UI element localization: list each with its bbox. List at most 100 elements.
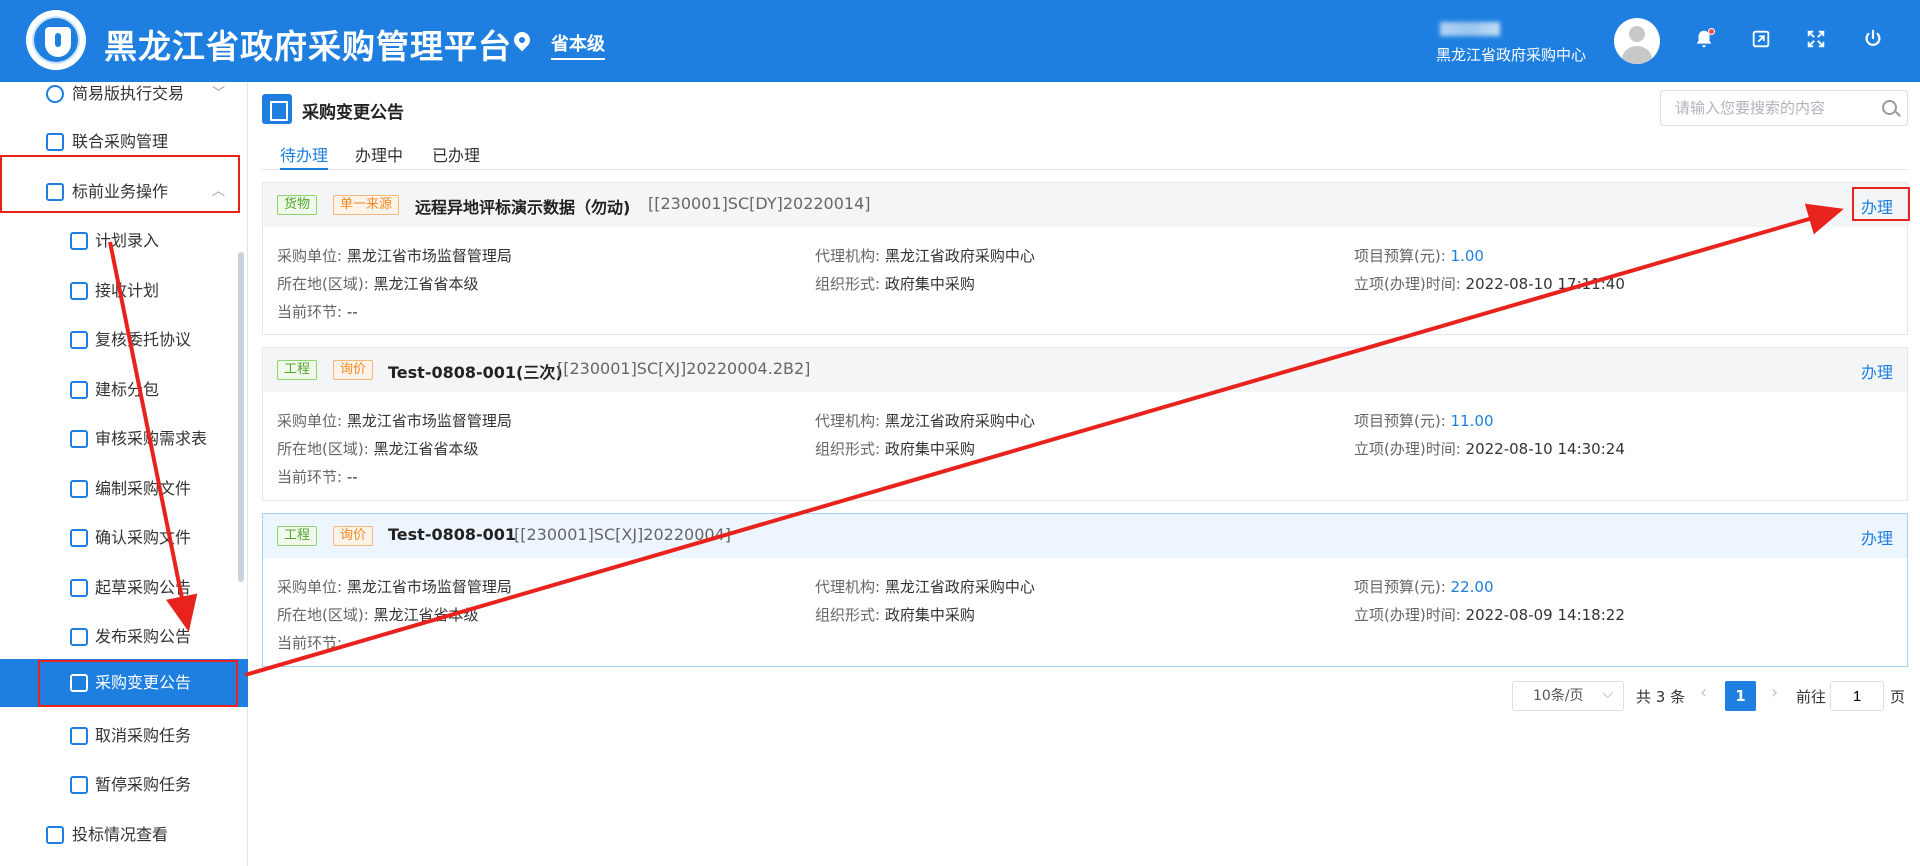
check-doc-icon — [70, 232, 88, 250]
publish-icon — [70, 628, 88, 646]
page-size-select[interactable]: 10条/页 — [1512, 680, 1624, 711]
sidebar-item-build-package[interactable]: 建标分包 — [0, 368, 248, 412]
record-card: 货物 单一来源 远程异地评标演示数据（勿动) [[230001]SC[DY]20… — [262, 182, 1908, 335]
record-header: 工程 询价 Test-0808-001(三次) [[230001]SC[XJ]2… — [263, 348, 1907, 392]
page-title: 采购变更公告 — [302, 103, 404, 123]
time-row: 立项(办理)时间: 2022-08-09 14:18:22 — [1354, 606, 1625, 624]
sidebar-item-review-agreement[interactable]: 复核委托协议 — [0, 318, 248, 362]
method-tag: 询价 — [333, 360, 374, 380]
tab-done[interactable]: 已办理 — [432, 142, 480, 170]
goto-page-input[interactable] — [1830, 681, 1884, 711]
stage-row: 当前环节: -- — [277, 303, 358, 321]
tab-in-progress[interactable]: 办理中 — [355, 142, 403, 170]
stage-row: 当前环节: -- — [277, 468, 358, 486]
logo-icon — [26, 10, 86, 70]
handle-link[interactable]: 办理 — [1861, 525, 1893, 549]
sidebar-item-cancel-task[interactable]: 取消采购任务 — [0, 714, 248, 758]
unit-row: 采购单位: 黑龙江省市场监督管理局 — [277, 412, 512, 430]
time-row: 立项(办理)时间: 2022-08-10 14:30:24 — [1354, 440, 1625, 458]
project-code: [[230001]SC[DY]20220014] — [648, 194, 871, 213]
project-name: Test-0808-001 — [388, 525, 517, 544]
agency-row: 代理机构: 黑龙江省政府采购中心 — [815, 578, 1035, 596]
record-card: 工程 询价 Test-0808-001(三次) [[230001]SC[XJ]2… — [262, 347, 1908, 501]
avatar[interactable] — [1614, 18, 1660, 64]
import-icon — [70, 282, 88, 300]
agency-row: 代理机构: 黑龙江省政府采购中心 — [815, 247, 1035, 265]
time-row: 立项(办理)时间: 2022-08-10 17:11:40 — [1354, 275, 1625, 293]
search-box — [1660, 90, 1908, 126]
method-tag: 询价 — [333, 526, 374, 546]
search-icon[interactable] — [1882, 100, 1897, 115]
location-row: 所在地(区域): 黑龙江省省本级 — [277, 275, 479, 293]
current-page[interactable]: 1 — [1725, 681, 1756, 711]
stage-row: 当前环节: -- — [277, 634, 358, 652]
record-header: 工程 询价 Test-0808-001 [[230001]SC[XJ]20220… — [263, 514, 1907, 558]
form-row: 组织形式: 政府集中采购 — [815, 606, 975, 624]
pause-task-icon — [70, 776, 88, 794]
page-title-icon — [262, 94, 292, 124]
category-tag: 货物 — [277, 195, 318, 215]
location-pin-icon — [510, 28, 534, 52]
method-tag: 单一来源 — [333, 195, 400, 215]
sidebar-item-confirm-docs[interactable]: 确认采购文件 — [0, 516, 248, 560]
total-count: 共 3 条 — [1636, 688, 1686, 706]
handle-link[interactable]: 办理 — [1861, 359, 1893, 383]
budget-row: 项目预算(元): 22.00 — [1354, 578, 1494, 596]
app-title: 黑龙江省政府采购管理平台 — [104, 27, 512, 66]
location-row: 所在地(区域): 黑龙江省省本级 — [277, 440, 479, 458]
annotation-box-active — [38, 660, 238, 707]
sidebar-item-bid-view[interactable]: 投标情况查看 — [0, 813, 248, 857]
org-name: 黑龙江省政府采购中心 — [1436, 46, 1587, 64]
category-tag: 工程 — [277, 360, 318, 380]
file-check-icon — [70, 529, 88, 547]
simple-trade-icon — [46, 85, 64, 103]
annotation-box-handle — [1852, 187, 1910, 221]
sidebar-item-plan-entry[interactable]: 计划录入 — [0, 219, 248, 263]
region-selector[interactable]: 省本级 — [551, 30, 605, 60]
project-name: Test-0808-001(三次) — [388, 363, 563, 382]
unit-row: 采购单位: 黑龙江省市场监督管理局 — [277, 578, 512, 596]
status-tabs: 待办理 办理中 已办理 — [262, 140, 1908, 170]
blurred-user-name — [1440, 22, 1500, 36]
search-input[interactable] — [1675, 98, 1865, 118]
cart-edit-icon — [70, 579, 88, 597]
tab-pending[interactable]: 待办理 — [280, 142, 329, 170]
prev-page-icon[interactable]: ‹ — [1700, 682, 1707, 703]
cancel-task-icon — [70, 727, 88, 745]
bell-icon[interactable] — [1692, 28, 1716, 52]
clipboard-icon — [70, 430, 88, 448]
sidebar-item-compile-docs[interactable]: 编制采购文件 — [0, 467, 248, 511]
sidebar-item-receive-plan[interactable]: 接收计划 — [0, 269, 248, 313]
agency-row: 代理机构: 黑龙江省政府采购中心 — [815, 412, 1035, 430]
fullscreen-icon[interactable] — [1804, 28, 1828, 52]
annotation-box-menu — [0, 155, 240, 213]
budget-row: 项目预算(元): 11.00 — [1354, 412, 1494, 430]
chevron-down-icon: ﹀ — [212, 86, 226, 101]
unit-row: 采购单位: 黑龙江省市场监督管理局 — [277, 247, 512, 265]
sidebar-item-simple-trade[interactable]: 简易版执行交易 ﹀ — [0, 72, 248, 116]
form-row: 组织形式: 政府集中采购 — [815, 275, 975, 293]
doc-icon — [70, 331, 88, 349]
project-code: [[230001]SC[XJ]20220004.2B2] — [557, 359, 811, 378]
sidebar-item-publish-notice[interactable]: 发布采购公告 — [0, 615, 248, 659]
file-icon — [70, 480, 88, 498]
sidebar-scrollbar[interactable] — [238, 252, 244, 582]
edit-doc-icon — [70, 381, 88, 399]
next-page-icon[interactable]: › — [1771, 682, 1778, 703]
budget-row: 项目预算(元): 1.00 — [1354, 247, 1484, 265]
project-name: 远程异地评标演示数据（勿动) — [415, 198, 631, 217]
sidebar-item-review-demand[interactable]: 审核采购需求表 — [0, 417, 248, 461]
top-header: 黑龙江省政府采购管理平台 省本级 黑龙江省政府采购中心 — [0, 0, 1920, 82]
goto-label: 前往 — [1796, 688, 1827, 706]
power-icon[interactable] — [1861, 28, 1885, 52]
sidebar-item-draft-notice[interactable]: 起草采购公告 — [0, 566, 248, 610]
page-unit-label: 页 — [1890, 688, 1906, 706]
form-row: 组织形式: 政府集中采购 — [815, 440, 975, 458]
record-header: 货物 单一来源 远程异地评标演示数据（勿动) [[230001]SC[DY]20… — [263, 183, 1907, 227]
bid-view-icon — [46, 826, 64, 844]
category-tag: 工程 — [277, 526, 318, 546]
window-icon[interactable] — [1749, 28, 1773, 52]
sidebar-item-pause-task[interactable]: 暂停采购任务 — [0, 763, 248, 807]
joint-purchase-icon — [46, 133, 64, 151]
location-row: 所在地(区域): 黑龙江省省本级 — [277, 606, 479, 624]
